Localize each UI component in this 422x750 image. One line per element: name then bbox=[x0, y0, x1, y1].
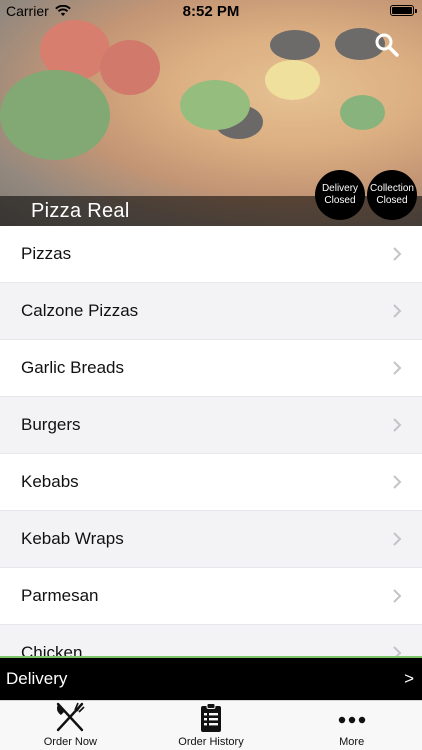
tab-label: More bbox=[339, 736, 365, 748]
menu-item-label: Kebab Wraps bbox=[21, 529, 124, 548]
menu-item-kebabs[interactable]: Kebabs bbox=[0, 454, 422, 511]
chevron-right-icon bbox=[393, 304, 402, 318]
delivery-status-badge: Delivery Closed bbox=[315, 170, 365, 220]
chevron-right-icon bbox=[393, 475, 402, 489]
menu-item-pizzas[interactable]: Pizzas bbox=[0, 226, 422, 283]
clipboard-list-icon bbox=[201, 703, 221, 732]
menu-item-label: Burgers bbox=[21, 415, 81, 434]
collection-status-line1: Collection bbox=[370, 183, 414, 194]
tab-label: Order Now bbox=[43, 736, 97, 748]
delivery-status-line1: Delivery bbox=[321, 183, 359, 194]
menu-item-parmesan[interactable]: Parmesan bbox=[0, 568, 422, 625]
chevron-right-icon bbox=[393, 646, 402, 656]
fork-knife-icon bbox=[57, 702, 85, 732]
menu-item-label: Pizzas bbox=[21, 244, 72, 263]
chevron-right-icon bbox=[393, 589, 402, 603]
tab-more[interactable]: More bbox=[281, 701, 422, 750]
restaurant-name: Pizza Real bbox=[31, 200, 130, 222]
status-bar: Carrier 8:52 PM bbox=[0, 0, 422, 22]
menu-item-chicken[interactable]: Chicken bbox=[0, 625, 422, 656]
chevron-right-icon bbox=[393, 247, 402, 261]
delivery-mode-label: Delivery bbox=[6, 669, 68, 688]
tab-order-history[interactable]: Order History bbox=[141, 701, 282, 750]
menu-item-label: Chicken bbox=[21, 643, 83, 656]
battery-icon bbox=[390, 5, 417, 16]
clock: 8:52 PM bbox=[182, 3, 240, 20]
tab-label: Order History bbox=[178, 736, 244, 748]
chevron-right-icon bbox=[393, 418, 402, 432]
chevron-right-icon bbox=[393, 532, 402, 546]
search-icon[interactable] bbox=[374, 32, 400, 58]
delivery-mode-arrow: > bbox=[404, 669, 414, 688]
menu-item-label: Parmesan bbox=[21, 586, 99, 605]
delivery-status-line2: Closed bbox=[324, 195, 356, 206]
menu-item-calzone-pizzas[interactable]: Calzone Pizzas bbox=[0, 283, 422, 340]
tab-order-now[interactable]: Order Now bbox=[0, 701, 141, 750]
menu-item-garlic-breads[interactable]: Garlic Breads bbox=[0, 340, 422, 397]
menu-item-label: Kebabs bbox=[21, 472, 79, 491]
menu-category-list[interactable]: Pizzas Calzone Pizzas Garlic Breads Burg… bbox=[0, 226, 422, 656]
menu-item-label: Garlic Breads bbox=[21, 358, 124, 377]
chevron-right-icon bbox=[393, 361, 402, 375]
menu-item-label: Calzone Pizzas bbox=[21, 301, 139, 320]
tab-bar: Order Now Order History More bbox=[0, 700, 422, 750]
menu-item-burgers[interactable]: Burgers bbox=[0, 397, 422, 454]
collection-status-badge: Collection Closed bbox=[367, 170, 417, 220]
menu-item-kebab-wraps[interactable]: Kebab Wraps bbox=[0, 511, 422, 568]
collection-status-line2: Closed bbox=[376, 195, 408, 206]
delivery-mode-bar[interactable]: Delivery > bbox=[0, 656, 422, 700]
ellipsis-icon bbox=[338, 716, 365, 724]
